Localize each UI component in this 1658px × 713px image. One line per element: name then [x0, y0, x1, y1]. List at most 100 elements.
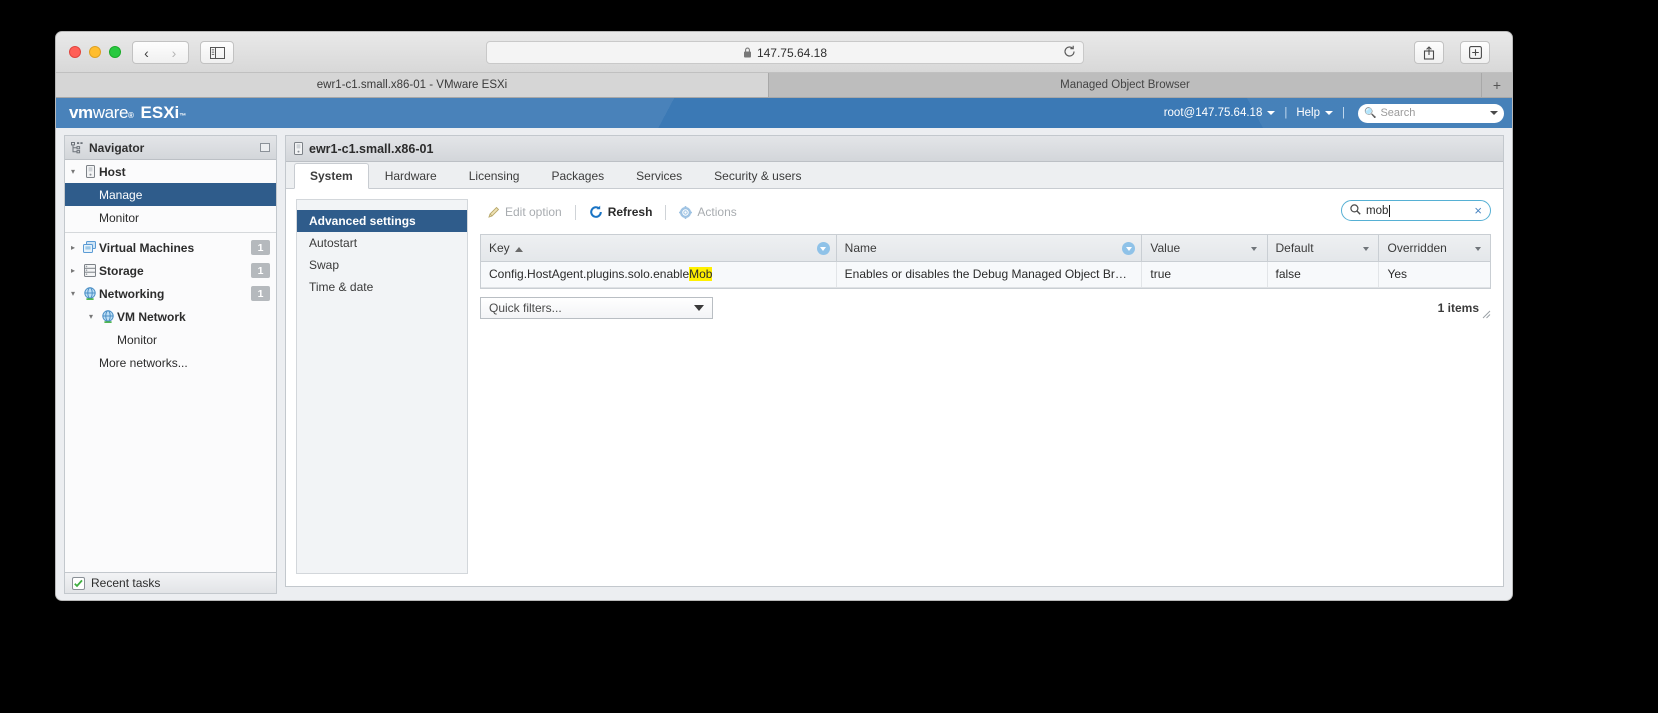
reload-button[interactable]: [1063, 45, 1076, 61]
column-header-key[interactable]: Key: [481, 235, 837, 262]
share-icon: [1423, 45, 1435, 60]
chevron-right-icon[interactable]: ▸: [65, 266, 81, 275]
browser-tab-bar: ewr1-c1.small.x86-01 - VMware ESXi Manag…: [56, 73, 1512, 98]
tab-label: Licensing: [468, 169, 520, 183]
sidebar-toggle-icon: [209, 46, 225, 59]
nav-item-label: Monitor: [117, 332, 158, 347]
chevron-down-icon[interactable]: ▾: [83, 312, 99, 321]
esxi-header-right: root@147.75.64.18 | Help | 🔍 Search: [1164, 98, 1504, 128]
tab-licensing[interactable]: Licensing: [453, 163, 536, 189]
chevron-left-icon: ‹: [144, 44, 149, 61]
actions-button[interactable]: Actions: [672, 201, 743, 223]
search-icon: [1350, 203, 1361, 218]
column-menu-button[interactable]: [816, 242, 830, 255]
tab-security-users[interactable]: Security & users: [698, 163, 817, 189]
advanced-settings-table: Key Name Value Default Overridden Config…: [481, 235, 1490, 288]
browser-tab-esxi[interactable]: ewr1-c1.small.x86-01 - VMware ESXi: [56, 73, 769, 97]
nav-item-vm-network[interactable]: ▾ VM Network: [65, 305, 276, 328]
chevron-down-icon: [1362, 247, 1369, 251]
tab-services[interactable]: Services: [620, 163, 698, 189]
resize-grip-icon[interactable]: [1482, 306, 1491, 318]
subnav-item-label: Swap: [309, 258, 340, 272]
column-header-overridden[interactable]: Overridden: [1378, 235, 1490, 262]
column-menu-button[interactable]: [1248, 242, 1261, 255]
nav-item-vm-network-monitor[interactable]: Monitor: [65, 328, 276, 351]
toolbar-separator: [665, 204, 667, 220]
global-search-placeholder: Search: [1380, 107, 1416, 119]
clear-icon[interactable]: ×: [1474, 203, 1482, 218]
lock-icon: [743, 47, 752, 58]
actions-label: Actions: [697, 205, 737, 219]
close-window-button[interactable]: [69, 46, 81, 58]
cell-name: Enables or disables the Debug Managed Ob…: [836, 261, 1143, 288]
column-menu-button[interactable]: [1359, 242, 1372, 255]
settings-search-input[interactable]: mob ×: [1341, 200, 1491, 221]
cell-overridden: Yes: [1378, 261, 1490, 288]
recent-tasks-label: Recent tasks: [91, 576, 161, 590]
system-subnav: Advanced settings Autostart Swap Time & …: [296, 199, 468, 574]
back-button[interactable]: ‹: [132, 41, 161, 64]
subnav-item-swap[interactable]: Swap: [297, 254, 467, 276]
browser-tab-label: Managed Object Browser: [1060, 79, 1190, 91]
help-menu[interactable]: Help: [1296, 107, 1333, 119]
subnav-item-time-and-date[interactable]: Time & date: [297, 276, 467, 298]
minimize-panel-icon[interactable]: [260, 143, 270, 152]
cell-default: false: [1267, 261, 1380, 288]
tab-hardware[interactable]: Hardware: [369, 163, 453, 189]
tab-packages[interactable]: Packages: [535, 163, 620, 189]
nav-item-manage[interactable]: Manage: [65, 183, 276, 206]
browser-titlebar: ‹ › 147.75.64.18: [56, 32, 1512, 73]
cell-key: Config.HostAgent.plugins.solo.enableMob: [481, 261, 837, 288]
nav-item-virtual-machines[interactable]: ▸ Virtual Machines 1: [65, 236, 276, 259]
tab-label: Packages: [551, 169, 605, 183]
minimize-window-button[interactable]: [89, 46, 101, 58]
maximize-window-button[interactable]: [109, 46, 121, 58]
chevron-down-icon[interactable]: ▾: [65, 167, 81, 176]
cell-value: true: [1141, 261, 1268, 288]
column-menu-button[interactable]: [1471, 242, 1484, 255]
add-tab-button[interactable]: +: [1482, 73, 1512, 97]
nav-item-label: Networking: [99, 286, 165, 301]
browser-tab-mob[interactable]: Managed Object Browser: [769, 73, 1482, 97]
chevron-down-icon[interactable]: [1490, 111, 1498, 115]
address-bar[interactable]: 147.75.64.18: [486, 41, 1084, 64]
nav-item-monitor[interactable]: Monitor: [65, 206, 276, 229]
refresh-button[interactable]: Refresh: [582, 201, 660, 223]
recent-tasks-container: Recent tasks: [64, 565, 277, 594]
chevron-down-icon: [1474, 247, 1481, 251]
quick-filters-label: Quick filters...: [489, 301, 562, 315]
user-menu[interactable]: root@147.75.64.18: [1164, 107, 1276, 119]
header-separator: |: [1284, 107, 1288, 119]
column-header-default[interactable]: Default: [1267, 235, 1380, 262]
edit-option-button[interactable]: Edit option: [480, 201, 569, 223]
column-header-name[interactable]: Name: [836, 235, 1143, 262]
new-tab-button[interactable]: [1460, 41, 1490, 64]
settings-search-value: mob: [1366, 204, 1389, 217]
settings-toolbar: Edit option Refresh Actions mob ×: [480, 199, 1491, 225]
column-header-value[interactable]: Value: [1141, 235, 1268, 262]
header-separator: |: [1342, 107, 1345, 119]
content-tab-strip: System Hardware Licensing Packages Servi…: [286, 162, 1503, 189]
nav-item-storage[interactable]: ▸ Storage 1: [65, 259, 276, 282]
subnav-item-advanced-settings[interactable]: Advanced settings: [297, 210, 467, 232]
workspace: Advanced settings Autostart Swap Time & …: [286, 189, 1503, 586]
nav-item-badge: 1: [251, 240, 270, 255]
subnav-item-autostart[interactable]: Autostart: [297, 232, 467, 254]
column-menu-button[interactable]: [1122, 242, 1136, 255]
recent-tasks-bar[interactable]: Recent tasks: [64, 572, 277, 594]
chevron-right-icon[interactable]: ▸: [65, 243, 81, 252]
nav-item-host[interactable]: ▾ Host: [65, 160, 276, 183]
nav-item-label: VM Network: [117, 309, 186, 324]
nav-item-more-networks[interactable]: More networks...: [65, 351, 276, 374]
sidebar-toggle-button[interactable]: [200, 41, 234, 64]
quick-filters-dropdown[interactable]: Quick filters...: [480, 297, 713, 319]
global-search-input[interactable]: 🔍 Search: [1358, 103, 1504, 123]
forward-button[interactable]: ›: [160, 41, 189, 64]
table-row[interactable]: Config.HostAgent.plugins.solo.enableMob …: [481, 261, 1490, 288]
nav-item-networking[interactable]: ▾ Networking 1: [65, 282, 276, 305]
share-button[interactable]: [1414, 41, 1444, 64]
tab-label: Services: [636, 169, 683, 183]
network-icon: [99, 309, 117, 324]
chevron-down-icon[interactable]: ▾: [65, 289, 81, 298]
tab-system[interactable]: System: [294, 163, 369, 189]
